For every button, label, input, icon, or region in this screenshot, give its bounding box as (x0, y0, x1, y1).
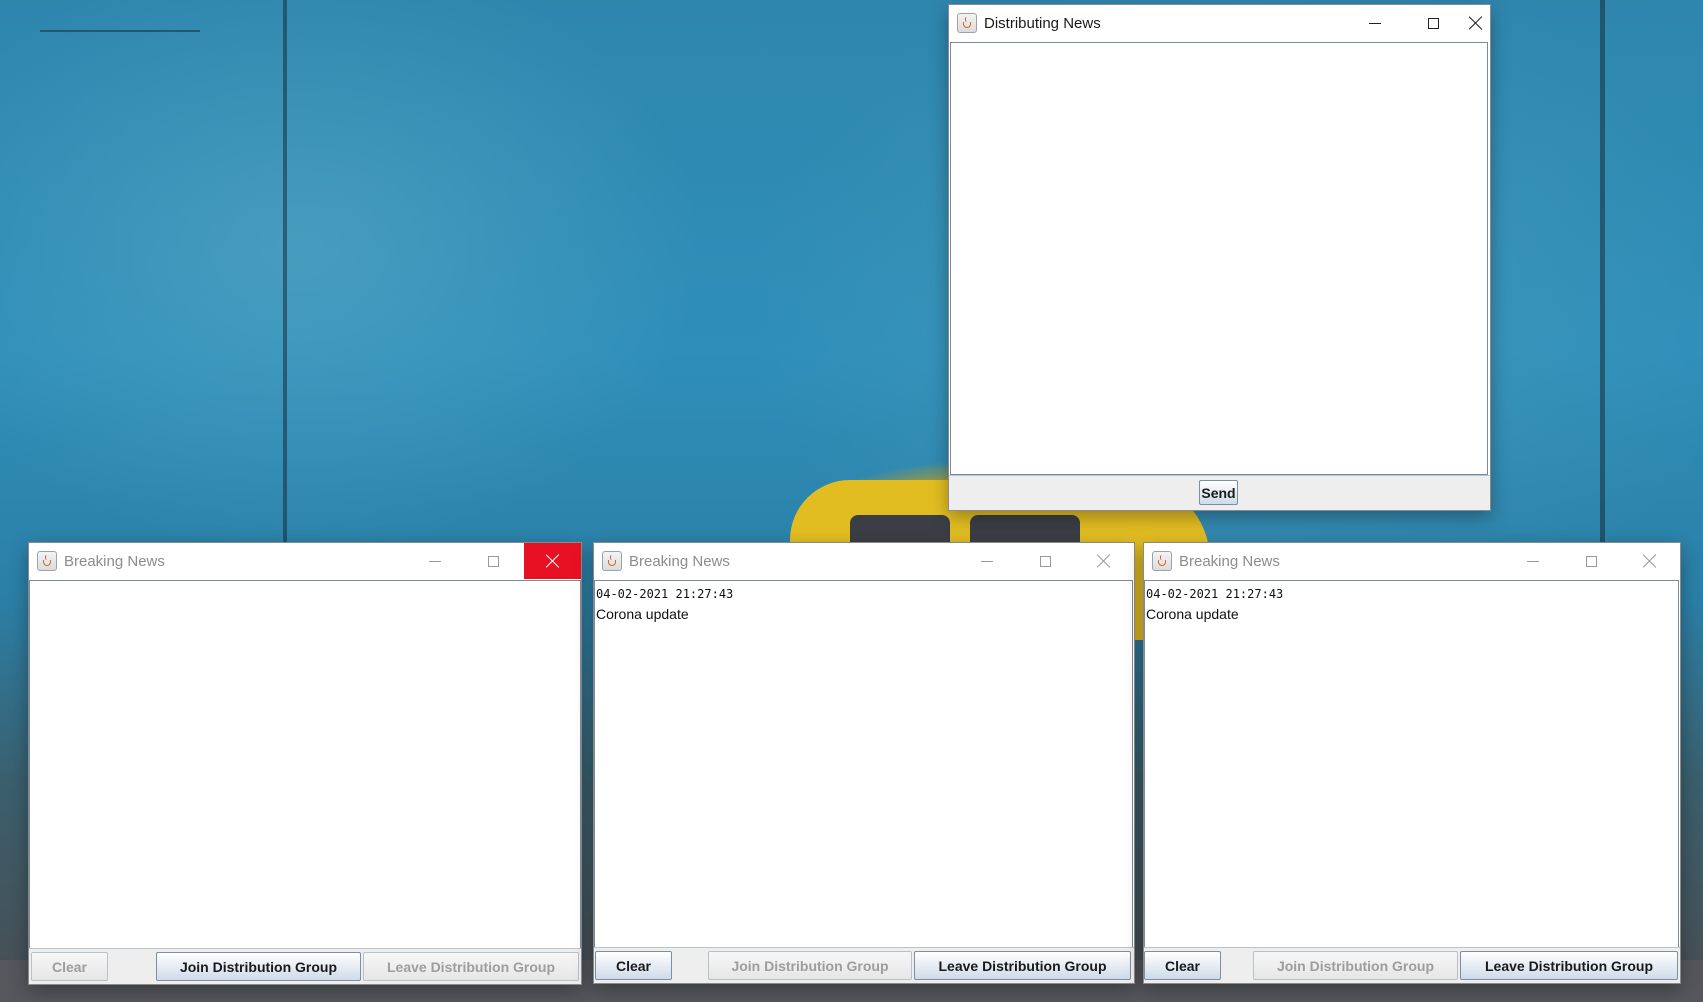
receiver-window-3: Breaking News 04-02-2021 21:27:43 Corona… (1144, 543, 1680, 983)
java-app-icon (1152, 551, 1172, 571)
close-icon (546, 554, 560, 568)
maximize-icon (487, 555, 499, 567)
minimize-button[interactable] (1347, 5, 1403, 41)
title-bar[interactable]: Breaking News (29, 543, 581, 579)
clear-button[interactable]: Clear (1144, 951, 1221, 980)
close-icon (1097, 554, 1111, 568)
close-button[interactable] (524, 543, 581, 579)
close-icon (1643, 554, 1657, 568)
maximize-button[interactable] (1405, 5, 1461, 41)
leave-group-button[interactable]: Leave Distribution Group (914, 951, 1131, 980)
message-text: Corona update (1146, 606, 1239, 622)
button-bar: Clear Join Distribution Group Leave Dist… (29, 948, 581, 984)
clear-button[interactable]: Clear (595, 951, 672, 980)
maximize-icon (1039, 555, 1051, 567)
news-display[interactable]: 04-02-2021 21:27:43 Corona update (594, 580, 1133, 948)
button-bar: Send (949, 475, 1490, 510)
receiver-window-2: Breaking News 04-02-2021 21:27:43 Corona… (594, 543, 1134, 983)
title-bar[interactable]: Breaking News (594, 543, 1134, 579)
message-timestamp: 04-02-2021 21:27:43 (596, 587, 734, 601)
maximize-icon (1585, 555, 1597, 567)
news-display[interactable]: 04-02-2021 21:27:43 Corona update (1144, 580, 1679, 948)
minimize-icon (1527, 560, 1539, 562)
button-bar: Clear Join Distribution Group Leave Dist… (1144, 947, 1680, 983)
minimize-icon (429, 560, 441, 562)
join-group-button[interactable]: Join Distribution Group (1253, 951, 1458, 980)
minimize-icon (981, 560, 993, 562)
clear-button[interactable]: Clear (31, 952, 108, 981)
send-button[interactable]: Send (1199, 480, 1238, 505)
java-app-icon (37, 551, 57, 571)
close-button[interactable] (1622, 543, 1678, 579)
title-bar[interactable]: Breaking News (1144, 543, 1680, 579)
button-bar: Clear Join Distribution Group Leave Dist… (594, 947, 1134, 983)
minimize-icon (1369, 22, 1381, 24)
close-icon (1469, 16, 1483, 30)
window-title: Distributing News (984, 14, 1101, 32)
minimize-button[interactable] (1505, 543, 1561, 579)
message-timestamp: 04-02-2021 21:27:43 (1146, 587, 1284, 601)
wall-crack (283, 0, 287, 560)
join-group-button[interactable]: Join Distribution Group (708, 951, 912, 980)
message-text: Corona update (596, 606, 689, 622)
join-group-button[interactable]: Join Distribution Group (156, 952, 361, 981)
window-title: Breaking News (629, 552, 730, 570)
wall-crack (40, 30, 200, 32)
news-display[interactable] (29, 580, 581, 949)
leave-group-button[interactable]: Leave Distribution Group (363, 952, 579, 981)
window-title: Breaking News (64, 552, 165, 570)
receiver-window-1: Breaking News Clear Join Distribution Gr… (29, 543, 581, 984)
minimize-button[interactable] (407, 543, 463, 579)
leave-group-button[interactable]: Leave Distribution Group (1460, 951, 1678, 980)
maximize-icon (1427, 17, 1439, 29)
maximize-button[interactable] (465, 543, 521, 579)
title-bar[interactable]: Distributing News (949, 5, 1490, 41)
sender-window: Distributing News Send (949, 5, 1490, 510)
maximize-button[interactable] (1017, 543, 1073, 579)
wall-crack (1600, 0, 1605, 560)
close-button[interactable] (1076, 543, 1132, 579)
java-app-icon (602, 551, 622, 571)
close-button[interactable] (1462, 5, 1490, 41)
news-input[interactable] (950, 42, 1488, 475)
minimize-button[interactable] (959, 543, 1015, 579)
maximize-button[interactable] (1563, 543, 1619, 579)
java-app-icon (957, 13, 977, 33)
window-title: Breaking News (1179, 552, 1280, 570)
